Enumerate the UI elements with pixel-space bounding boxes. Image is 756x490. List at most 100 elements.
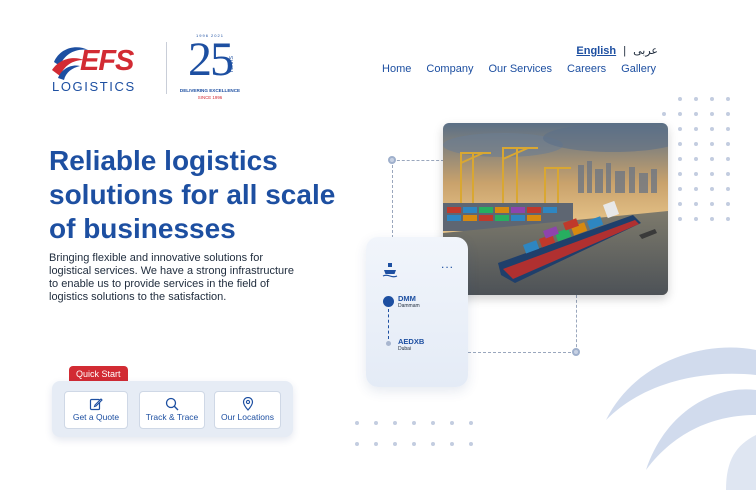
our-locations-button[interactable]: Our Locations: [214, 391, 281, 429]
search-icon: [165, 397, 179, 411]
decorative-dot: [355, 421, 359, 425]
destination-code: AEDXB: [398, 337, 425, 346]
get-a-quote-label: Get a Quote: [72, 412, 120, 422]
decorative-dot: [450, 421, 454, 425]
decorative-dot: [662, 112, 666, 116]
decorative-dot: [431, 421, 435, 425]
get-a-quote-button[interactable]: Get a Quote: [64, 391, 128, 429]
decorative-dot: [469, 421, 473, 425]
nav-item-careers[interactable]: Careers: [567, 63, 606, 75]
decorative-dot: [726, 172, 730, 176]
decorative-dot: [710, 172, 714, 176]
decorative-dot: [694, 127, 698, 131]
cargo-ship-image: [443, 123, 668, 295]
language-separator: |: [623, 45, 627, 57]
destination-marker: [386, 341, 391, 346]
decorative-dot: [710, 142, 714, 146]
decorative-dot: [710, 97, 714, 101]
destination-city: Dubai: [398, 346, 412, 352]
decorative-dot: [726, 157, 730, 161]
decorative-dot: [678, 157, 682, 161]
decorative-dot: [710, 187, 714, 191]
anniversary-tagline: DELIVERING EXCELLENCE: [179, 88, 241, 93]
decorative-dot: [694, 202, 698, 206]
quick-start-label: Quick Start: [69, 366, 128, 382]
decorative-dot: [694, 172, 698, 176]
anniversary-since: SINCE 1996: [197, 95, 223, 100]
connector-node-bottom: [572, 348, 580, 356]
decorative-dot: [726, 112, 730, 116]
brand-swoosh-decoration: [606, 347, 756, 490]
decorative-dot: [374, 421, 378, 425]
quick-start-panel: Get a Quote Track & Trace Our Locations: [52, 381, 293, 437]
decorative-dot: [710, 202, 714, 206]
location-pin-icon: [242, 397, 253, 411]
decorative-dot: [431, 442, 435, 446]
decorative-dot: [694, 142, 698, 146]
anniversary-word: YEARS: [229, 56, 235, 73]
decorative-dot: [694, 112, 698, 116]
decorative-dot: [710, 217, 714, 221]
decorative-dot: [412, 442, 416, 446]
decorative-dot: [678, 172, 682, 176]
decorative-dot: [726, 97, 730, 101]
our-locations-label: Our Locations: [221, 412, 274, 422]
connector-line-bottom: [468, 352, 576, 353]
connector-line-top: [392, 160, 444, 161]
connector-line-right: [576, 295, 577, 352]
origin-code: DMM: [398, 294, 416, 303]
origin-city: Dammam: [398, 303, 420, 309]
hero-title: Reliable logistics solutions for all sca…: [49, 145, 336, 244]
decorative-dot: [374, 442, 378, 446]
track-and-trace-label: Track & Trace: [145, 412, 199, 422]
origin-marker: [383, 296, 394, 307]
decorative-dot: [694, 217, 698, 221]
language-english-link[interactable]: English: [576, 45, 616, 57]
nav-item-our-services[interactable]: Our Services: [488, 63, 552, 75]
decorative-dot: [412, 421, 416, 425]
decorative-dot: [694, 187, 698, 191]
decorative-dot: [710, 112, 714, 116]
nav-item-gallery[interactable]: Gallery: [621, 63, 656, 75]
nav-item-home[interactable]: Home: [382, 63, 411, 75]
decorative-dot: [726, 187, 730, 191]
ship-icon: [382, 263, 398, 278]
efs-logo[interactable]: EFS LOGISTICS: [50, 40, 154, 96]
decorative-dot: [710, 127, 714, 131]
more-options-icon[interactable]: ...: [441, 257, 454, 271]
decorative-dot: [678, 187, 682, 191]
connector-line-left: [392, 160, 393, 238]
decorative-dot: [678, 127, 682, 131]
decorative-dot: [726, 142, 730, 146]
anniversary-badge: 1996 2021 25 YEARS DELIVERING EXCELLENCE…: [178, 33, 242, 105]
decorative-dot: [393, 421, 397, 425]
nav-item-company[interactable]: Company: [426, 63, 473, 75]
decorative-dot: [678, 112, 682, 116]
decorative-dot: [678, 202, 682, 206]
decorative-dot: [726, 202, 730, 206]
decorative-dot: [393, 442, 397, 446]
logo-divider: [166, 42, 167, 94]
decorative-dot: [450, 442, 454, 446]
language-arabic-link[interactable]: عربى: [633, 45, 658, 57]
logo-text: EFS: [80, 45, 134, 77]
main-nav: Home Company Our Services Careers Galler…: [382, 63, 656, 75]
decorative-dot: [694, 157, 698, 161]
hero-description: Bringing flexible and innovative solutio…: [49, 252, 294, 303]
decorative-dot: [678, 142, 682, 146]
connector-node-top: [388, 156, 396, 164]
decorative-dot: [678, 97, 682, 101]
decorative-dot: [694, 97, 698, 101]
route-line: [388, 309, 389, 339]
tracking-card[interactable]: ... DMM Dammam AEDXB Dubai: [366, 237, 468, 387]
decorative-dot: [726, 217, 730, 221]
decorative-dot: [355, 442, 359, 446]
decorative-dot: [469, 442, 473, 446]
decorative-dot: [726, 127, 730, 131]
language-switch: English | عربى: [576, 44, 658, 57]
edit-icon: [89, 398, 103, 411]
logo-subtext: LOGISTICS: [52, 79, 136, 94]
decorative-dot: [710, 157, 714, 161]
decorative-dot: [678, 217, 682, 221]
track-and-trace-button[interactable]: Track & Trace: [139, 391, 205, 429]
